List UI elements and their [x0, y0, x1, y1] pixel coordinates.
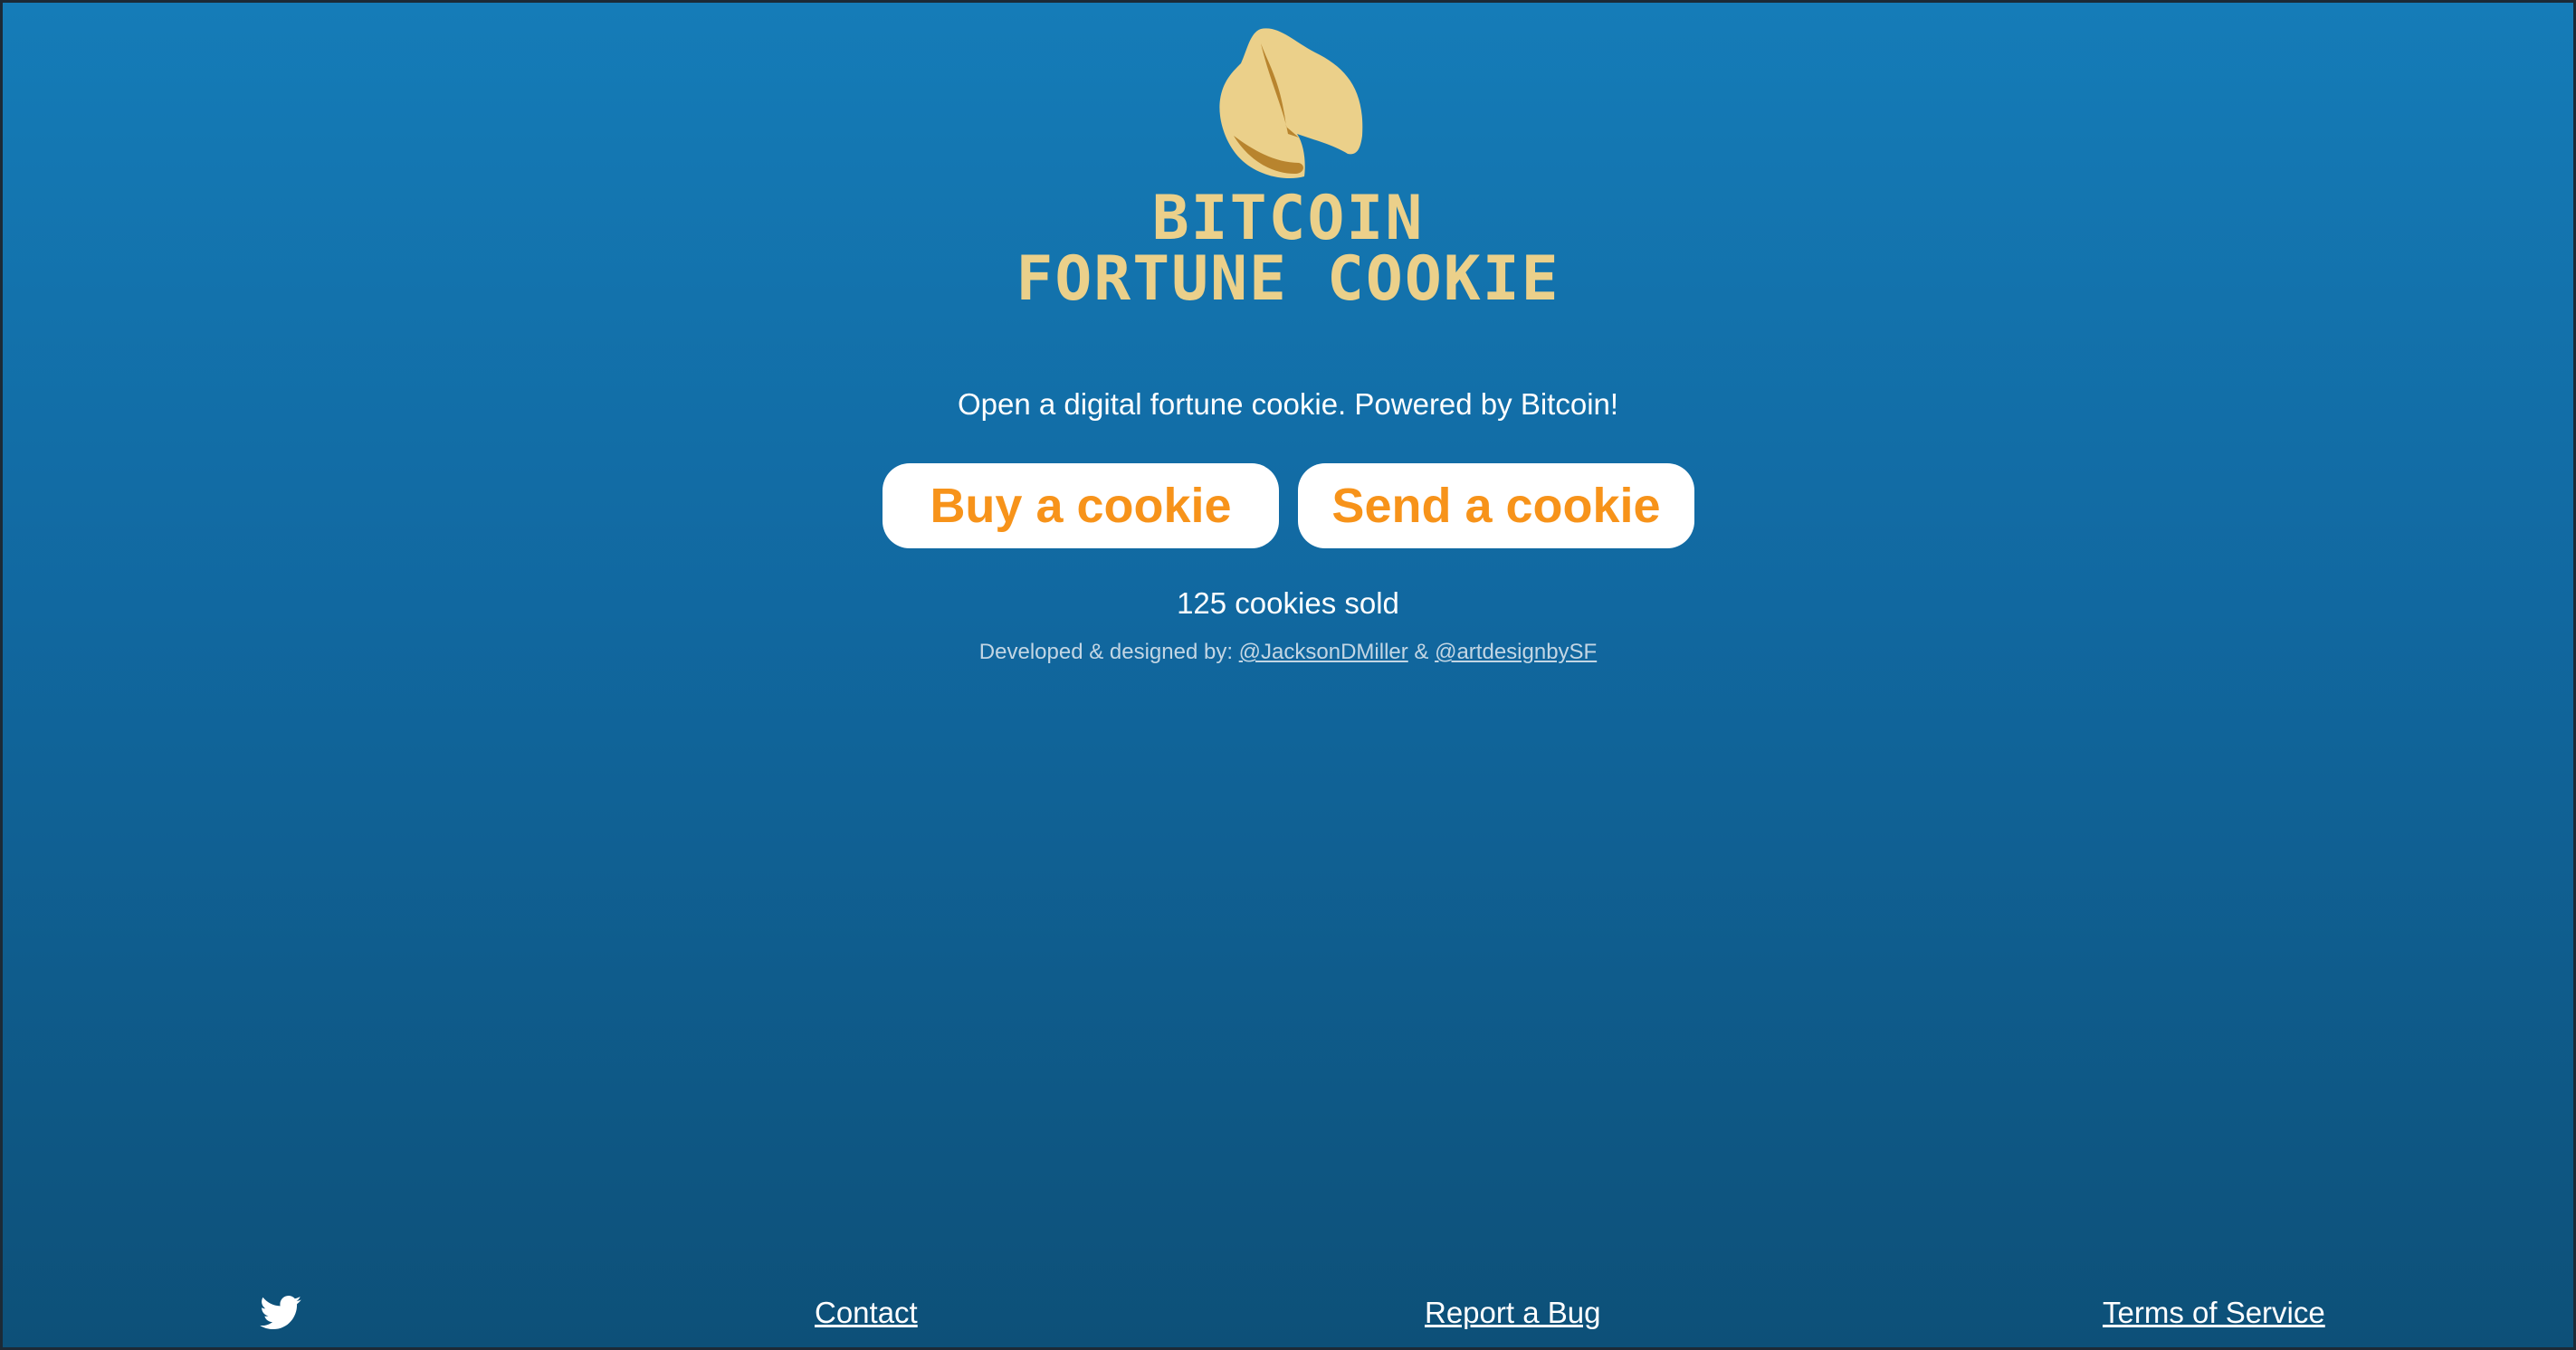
fortune-cookie-icon — [1219, 28, 1363, 178]
twitter-icon[interactable] — [260, 1296, 301, 1330]
author-link-jacksondmiller[interactable]: @JacksonDMiller — [1239, 640, 1408, 664]
author-link-artdesignbysf[interactable]: @artdesignbySF — [1435, 640, 1597, 664]
footer-link-terms[interactable]: Terms of Service — [2103, 1296, 2325, 1330]
credits-prefix: Developed & designed by: — [978, 640, 1239, 664]
cookies-sold-count: 125 cookies sold — [1177, 586, 1399, 620]
send-cookie-button[interactable]: Send a cookie — [1298, 463, 1694, 548]
footer-link-contact[interactable]: Contact — [815, 1296, 918, 1330]
logo-title-line2: Fortune Cookie — [1016, 243, 1560, 315]
footer-link-report-bug[interactable]: Report a Bug — [1425, 1296, 1600, 1330]
logo-title-line1: Bitcoin — [1151, 183, 1425, 254]
credits: Developed & designed by: @JacksonDMiller… — [0, 640, 2576, 665]
credits-separator: & — [1407, 640, 1436, 664]
buy-cookie-button[interactable]: Buy a cookie — [883, 463, 1279, 548]
tagline: Open a digital fortune cookie. Powered b… — [957, 387, 1619, 421]
